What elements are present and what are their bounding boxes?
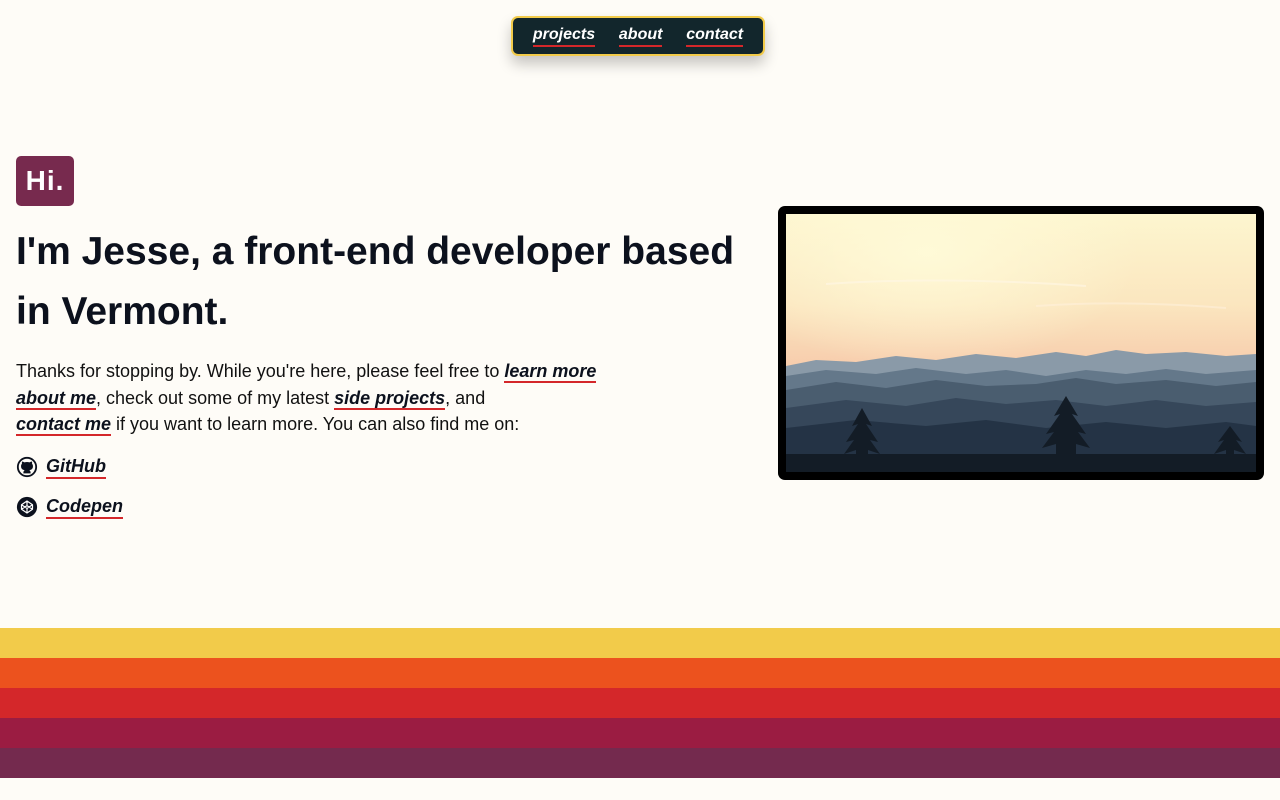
github-icon	[16, 456, 38, 478]
nav-link-about[interactable]: about	[618, 26, 663, 47]
hi-badge: Hi.	[16, 156, 74, 206]
intro-text-4: if you want to learn more. You can also …	[111, 414, 520, 434]
codepen-social-link[interactable]: Codepen	[16, 495, 124, 519]
stripe-orange	[0, 658, 1280, 688]
stripe-plum	[0, 748, 1280, 778]
top-nav: projects about contact	[511, 16, 765, 56]
github-link-label[interactable]: GitHub	[46, 455, 106, 479]
intro-text-3: , and	[445, 387, 486, 408]
stripe-red	[0, 688, 1280, 718]
intro-text-2: , check out some of my latest	[96, 387, 335, 408]
nav-link-projects[interactable]: projects	[532, 26, 596, 47]
stripe-yellow	[0, 628, 1280, 658]
nav-link-contact[interactable]: contact	[686, 26, 744, 47]
intro-paragraph: Thanks for stopping by. While you're her…	[16, 358, 616, 438]
mountain-landscape-photo	[778, 206, 1264, 480]
github-social-link[interactable]: GitHub	[16, 455, 106, 479]
intro-text-1: Thanks for stopping by. While you're her…	[16, 361, 505, 381]
codepen-link-label[interactable]: Codepen	[46, 495, 124, 519]
page-headline: I'm Jesse, a front-end developer based i…	[16, 230, 735, 333]
contact-me-link[interactable]: contact me	[16, 414, 112, 436]
photo-illustration	[786, 214, 1256, 472]
codepen-icon	[16, 496, 38, 518]
side-projects-link[interactable]: side projects	[334, 387, 446, 410]
stripe-crimson	[0, 718, 1280, 748]
